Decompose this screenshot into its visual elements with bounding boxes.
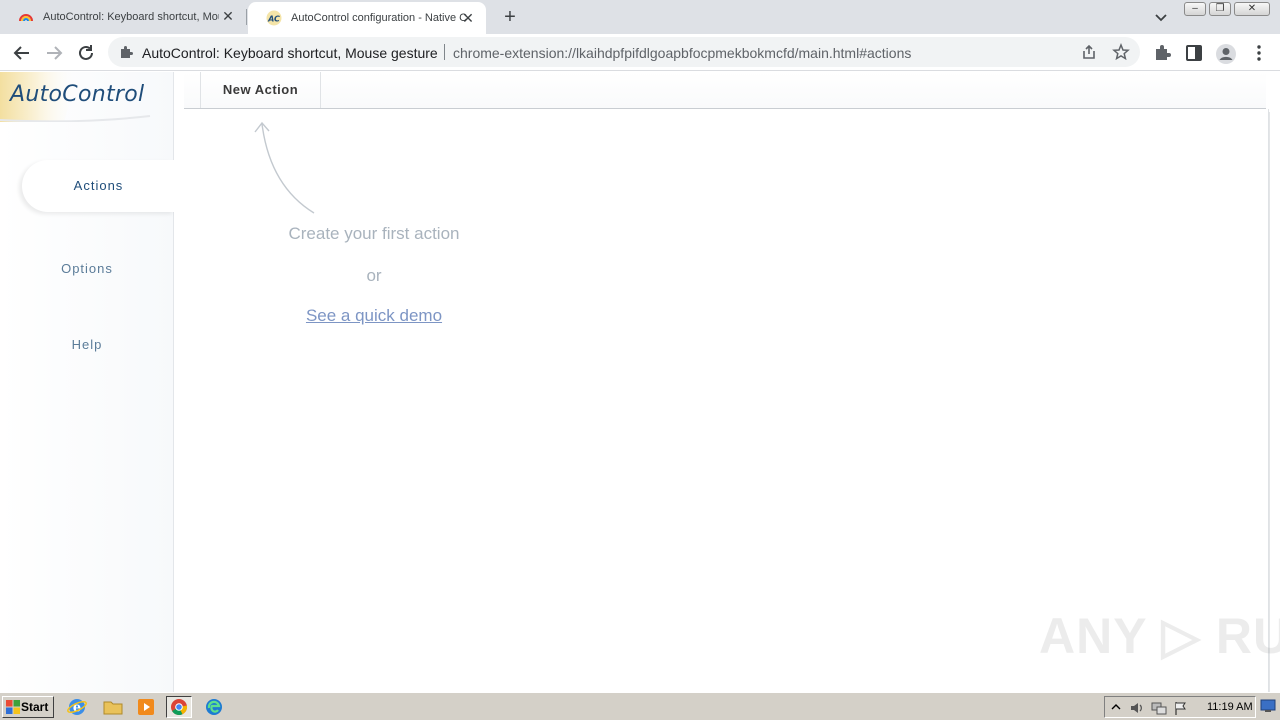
address-bar[interactable]: AutoControl: Keyboard shortcut, Mouse ge…: [108, 37, 1140, 67]
forward-arrow-icon[interactable]: [43, 42, 65, 64]
tab-title: AutoControl configuration - Native Clien…: [291, 12, 467, 24]
side-panel-icon[interactable]: [1184, 43, 1204, 63]
rainbow-favicon-icon: [18, 9, 34, 25]
windows-logo-icon: [6, 700, 20, 714]
start-label: Start: [21, 700, 49, 714]
tab-autocontrol-config[interactable]: AC AutoControl configuration - Native Cl…: [248, 2, 486, 34]
empty-state-create-text: Create your first action: [288, 224, 460, 243]
menu-kebab-icon[interactable]: [1249, 43, 1269, 63]
system-tray: 11:19 AM: [1104, 696, 1256, 718]
chrome-taskbar-icon[interactable]: [166, 696, 192, 718]
svg-text:AC: AC: [267, 15, 280, 24]
content-scrollbar[interactable]: [1269, 112, 1270, 692]
sidebar-item-options[interactable]: Options: [0, 261, 174, 276]
network-icon[interactable]: [1151, 700, 1167, 716]
media-player-icon[interactable]: [133, 696, 159, 718]
tab-title: AutoControl: Keyboard shortcut, Mouse ge…: [43, 11, 219, 23]
internet-explorer-icon[interactable]: e: [64, 696, 90, 718]
start-button[interactable]: Start: [2, 696, 54, 718]
actions-list-area: [184, 109, 1269, 692]
window-restore-button[interactable]: ❐: [1209, 2, 1231, 16]
tab-close-icon[interactable]: ✕: [220, 8, 236, 24]
logo-text: AutoControl: [10, 82, 145, 107]
tray-expand-chevron-up-icon[interactable]: [1108, 700, 1124, 716]
autocontrol-logo: AutoControl: [0, 72, 158, 122]
reload-icon[interactable]: [75, 42, 97, 64]
back-arrow-icon[interactable]: [11, 42, 33, 64]
browser-toolbar: AutoControl: Keyboard shortcut, Mouse ge…: [0, 34, 1280, 71]
autocontrol-favicon-icon: AC: [266, 10, 282, 26]
new-tab-button[interactable]: +: [500, 7, 520, 27]
browser-tab-strip: AutoControl: Keyboard shortcut, Mouse ge…: [0, 0, 1280, 34]
edge-browser-icon[interactable]: [201, 696, 227, 718]
new-action-button[interactable]: New Action: [200, 72, 321, 108]
main-content: New Action Create your first action or S…: [174, 72, 1280, 692]
action-center-flag-icon[interactable]: [1173, 700, 1189, 716]
url-text[interactable]: chrome-extension://lkaihdpfpifdlgoapbfoc…: [453, 45, 911, 61]
file-explorer-folder-icon[interactable]: [100, 696, 126, 718]
anyrun-watermark: ANY ▷ RUN: [1039, 608, 1280, 664]
show-desktop-icon[interactable]: [1260, 699, 1276, 715]
taskbar-clock[interactable]: 11:19 AM: [1207, 701, 1253, 713]
tab-autocontrol-store[interactable]: AutoControl: Keyboard shortcut, Mouse ge…: [0, 0, 246, 34]
curved-up-arrow-icon: [254, 121, 315, 214]
windows-taskbar: Start e 11:19 AM: [0, 692, 1280, 720]
tab-separator: [246, 9, 247, 25]
share-icon[interactable]: [1080, 43, 1098, 61]
sidebar-item-help[interactable]: Help: [0, 337, 174, 352]
tab-search-chevron-down-icon[interactable]: [1152, 8, 1170, 26]
sidebar-item-actions[interactable]: Actions: [22, 160, 175, 212]
app-sidebar: AutoControl Actions Options Help: [0, 72, 175, 692]
profile-avatar-icon[interactable]: [1215, 43, 1236, 64]
volume-speaker-icon[interactable]: [1129, 700, 1145, 716]
window-close-button[interactable]: ✕: [1234, 2, 1270, 16]
empty-state-or-text: or: [366, 266, 382, 285]
window-minimize-button[interactable]: –: [1184, 2, 1206, 16]
action-toolbar: New Action: [184, 72, 1266, 109]
extensions-puzzle-icon[interactable]: [1152, 43, 1172, 63]
site-name-label: AutoControl: Keyboard shortcut, Mouse ge…: [142, 45, 438, 61]
bookmark-star-icon[interactable]: [1112, 42, 1130, 61]
extension-puzzle-icon: [118, 44, 134, 60]
quick-demo-link[interactable]: See a quick demo: [274, 306, 474, 326]
tab-close-icon[interactable]: ✕: [460, 10, 476, 26]
omnibox-divider: [444, 44, 445, 60]
